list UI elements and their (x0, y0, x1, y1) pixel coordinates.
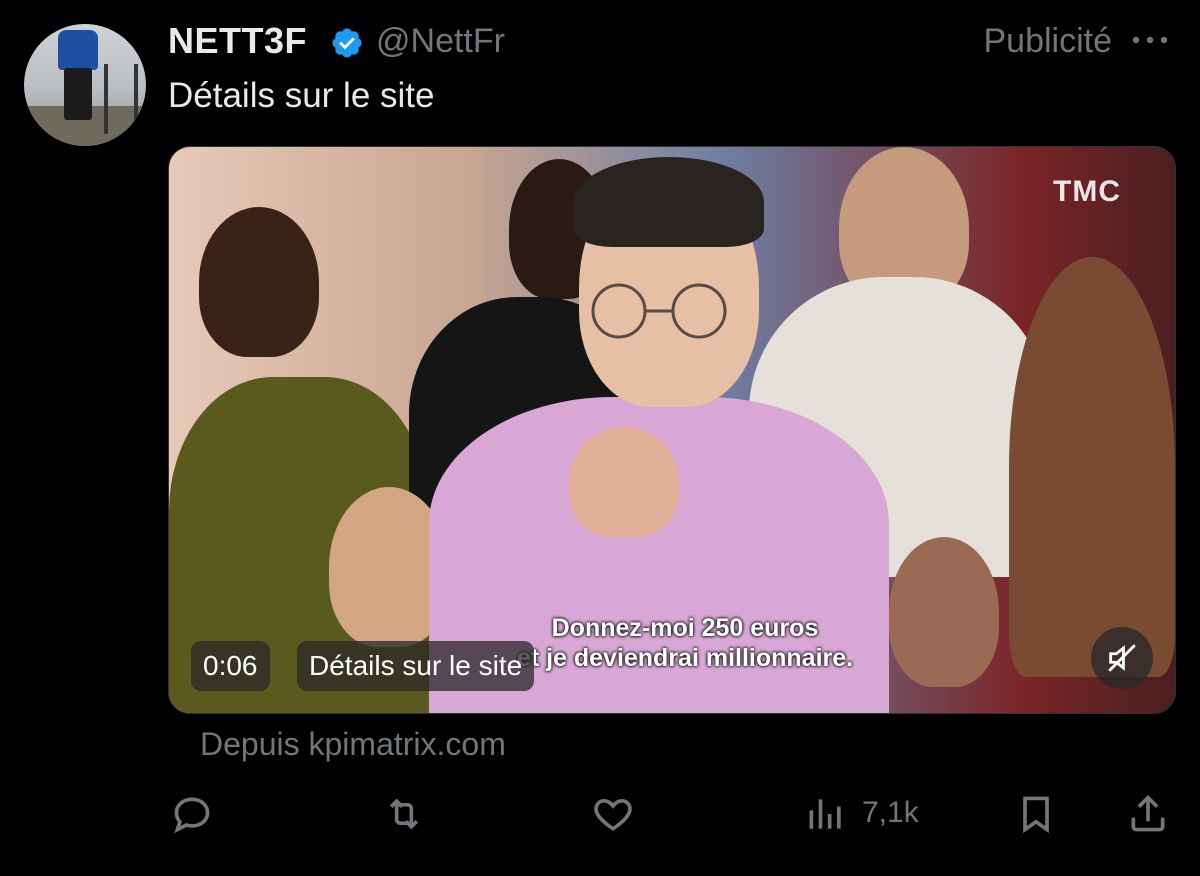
user-handle[interactable]: @NettFr (376, 22, 505, 61)
retweet-icon (389, 798, 419, 830)
details-link[interactable]: Détails sur le site (297, 641, 535, 691)
more-options-icon[interactable] (1130, 30, 1170, 50)
share-icon (1131, 794, 1165, 832)
video-player[interactable]: TMC Donnez-moi 250 euros et je deviendra… (168, 146, 1176, 714)
bookmark-button[interactable] (1014, 784, 1064, 844)
avatar[interactable] (24, 24, 146, 146)
reply-icon (174, 797, 210, 834)
share-button[interactable] (1126, 784, 1176, 844)
like-button[interactable] (590, 784, 640, 844)
video-timestamp: 0:06 (191, 641, 270, 691)
promoted-tweet[interactable]: NETT3F @NettFr Publicité Détails sur le … (0, 0, 1200, 876)
bookmark-icon (1023, 796, 1049, 834)
promoted-label: Publicité (983, 22, 1112, 60)
views-bar-chart-icon (809, 799, 841, 829)
retweet-button[interactable] (380, 784, 430, 844)
glasses (591, 283, 727, 339)
tweet-actions: 7,1k (0, 784, 1200, 844)
verified-badge-icon (332, 28, 362, 58)
video-subtitle: Donnez-moi 250 euros et je deviendrai mi… (517, 614, 854, 672)
mute-button[interactable] (1091, 627, 1153, 689)
channel-logo: TMC (1053, 175, 1121, 208)
ad-source[interactable]: Depuis kpimatrix.com (200, 726, 506, 763)
display-name[interactable]: NETT3F (168, 20, 307, 62)
tweet-text: Détails sur le site (168, 76, 435, 115)
heart-icon (594, 798, 632, 831)
reply-button[interactable] (170, 784, 220, 844)
muted-speaker-icon (1108, 644, 1136, 672)
views-button[interactable]: 7,1k (804, 784, 934, 844)
views-count: 7,1k (862, 796, 919, 829)
